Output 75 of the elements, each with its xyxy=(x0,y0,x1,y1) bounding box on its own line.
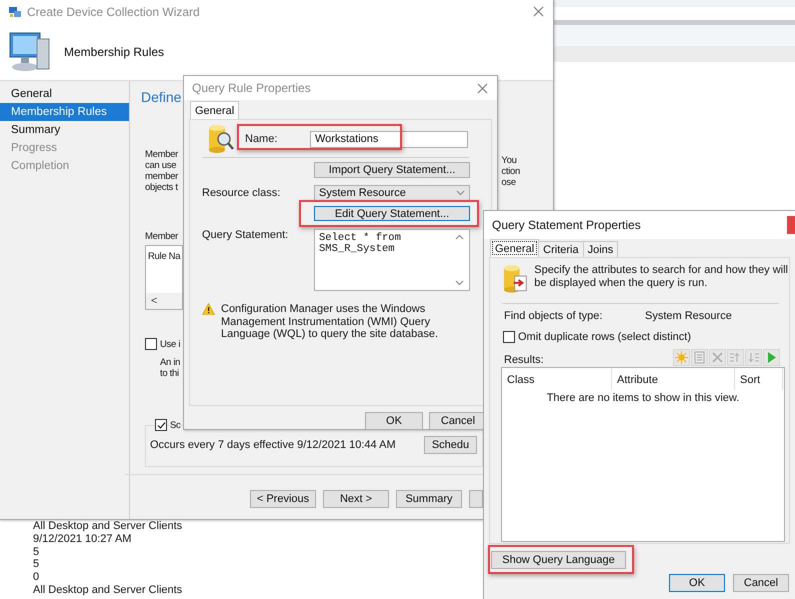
rules-list[interactable]: Rule Na < xyxy=(145,245,183,310)
column-header: Rule Na xyxy=(147,250,182,262)
tab[interactable]: Joins xyxy=(582,241,618,257)
warning-icon xyxy=(202,303,215,315)
page-heading: Define xyxy=(141,88,182,107)
field-label: Name: xyxy=(245,133,278,145)
play-icon[interactable] xyxy=(763,349,780,366)
edit-query-button[interactable]: Edit Query Statement... xyxy=(314,206,470,221)
field-label: Query Statement: xyxy=(202,229,290,241)
chevron-up-icon[interactable] xyxy=(455,234,464,240)
text-fragment: You xyxy=(501,155,517,166)
checkbox[interactable] xyxy=(155,419,167,431)
database-arrow-icon xyxy=(502,264,530,294)
column-header[interactable]: Sort xyxy=(735,368,783,390)
field-label: Results: xyxy=(504,354,544,366)
detail-text: 5 xyxy=(33,558,40,572)
name-field[interactable]: Workstations xyxy=(310,130,468,148)
tab[interactable]: General xyxy=(490,239,540,257)
schedule-text: Occurs every 7 days effective 9/12/2021 10:44 AM xyxy=(150,439,396,451)
chevron-down-icon[interactable] xyxy=(455,280,464,286)
detail-text: 0 xyxy=(33,571,40,584)
text-fragment: objects t xyxy=(145,182,178,193)
checkbox-label: Omit duplicate rows (select distinct) xyxy=(518,331,691,343)
resource-dropdown[interactable]: System Resource xyxy=(314,185,470,201)
text-fragment: ose xyxy=(501,177,516,188)
chevron-down-icon[interactable] xyxy=(456,190,465,196)
text-fragment: An in xyxy=(160,357,180,368)
detail-text: All Desktop and Server Clients xyxy=(33,584,182,597)
nav-item[interactable]: Summary xyxy=(0,121,129,139)
scroll-left-button[interactable]: < xyxy=(151,295,158,307)
close-icon[interactable] xyxy=(532,6,544,17)
field-value: System Resource xyxy=(645,310,732,322)
warning-text: Configuration Manager uses the Windows Management Instrumentation (WMI) Query Language (WQL) to query the site database. xyxy=(221,303,440,340)
dialog-button[interactable]: Cancel xyxy=(733,574,789,592)
description-text: Specify the attributes to search for and how they will be displayed when the query is run. xyxy=(534,264,789,290)
tab[interactable]: General xyxy=(190,101,240,119)
close-icon[interactable] xyxy=(476,82,488,94)
dialog-title: Query Rule Properties xyxy=(192,81,311,95)
page-title: Membership Rules xyxy=(64,44,164,58)
checkbox-label: Sc xyxy=(170,420,180,430)
nav-item[interactable]: General xyxy=(0,85,129,103)
wizard-button[interactable]: Next > xyxy=(323,490,389,508)
column-header[interactable]: Class xyxy=(502,368,612,390)
field-label: Find objects of type: xyxy=(504,310,604,322)
detail-text: All Desktop and Server Clients xyxy=(33,520,182,533)
show-query-button[interactable]: Show Query Language xyxy=(491,551,626,569)
text-fragment: to thi xyxy=(160,368,179,379)
star-icon[interactable] xyxy=(673,349,690,366)
text-fragment: member xyxy=(145,171,178,182)
dialog-button[interactable]: OK xyxy=(669,574,725,592)
detail-text: 5 xyxy=(33,546,40,558)
database-search-icon xyxy=(207,124,235,154)
import-button[interactable]: Import Query Statement... xyxy=(314,162,470,178)
checkbox[interactable] xyxy=(145,338,157,350)
query-textarea[interactable]: Select * from SMS_R_System xyxy=(314,229,470,291)
nav-item[interactable]: Membership Rules xyxy=(0,103,129,121)
empty-message: There are no items to show in this view. xyxy=(546,392,740,404)
checkbox-label: Use i xyxy=(160,338,180,350)
detail-text: 9/12/2021 10:27 AM xyxy=(33,532,132,546)
dialog-button[interactable]: OK xyxy=(365,412,423,430)
text-fragment: ction xyxy=(501,166,520,177)
app-icon xyxy=(8,4,22,18)
wizard-button[interactable]: Summary xyxy=(396,490,462,508)
field-label: Member xyxy=(145,231,178,242)
schedule-button[interactable]: Schedu xyxy=(424,436,477,454)
wizard-button[interactable] xyxy=(469,490,483,508)
text-fragment: Member xyxy=(145,149,178,160)
dialog-title: Query Statement Properties xyxy=(492,218,641,232)
checkbox[interactable] xyxy=(503,331,515,343)
results-list[interactable]: Class Attribute Sort There are no items to show in this view. xyxy=(501,367,785,542)
text-fragment: can use xyxy=(145,160,176,171)
window-title: Create Device Collection Wizard xyxy=(27,4,200,18)
column-header[interactable]: Attribute xyxy=(612,368,735,390)
field-label: Resource class: xyxy=(202,187,282,199)
wizard-button[interactable]: < Previous xyxy=(250,490,316,508)
